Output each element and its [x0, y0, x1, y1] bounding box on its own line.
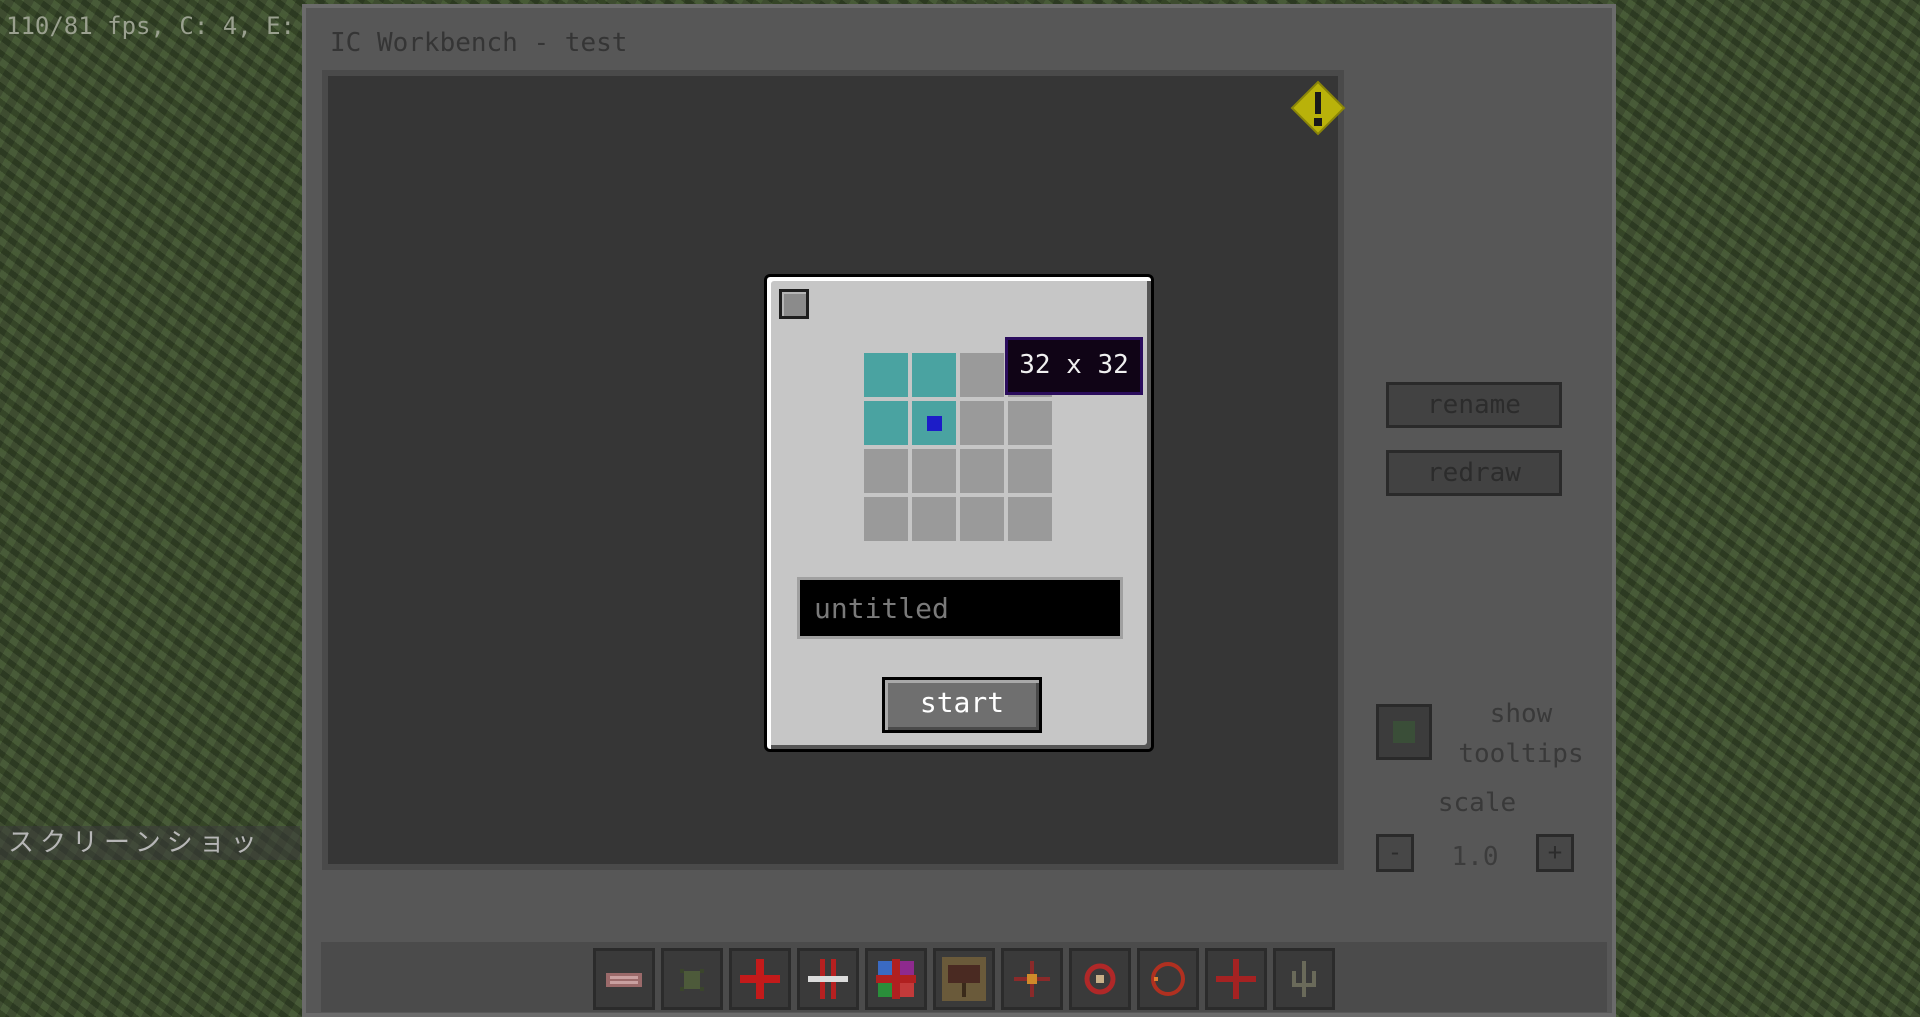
size-tooltip: 32 x 32: [1005, 337, 1143, 395]
red-cross-item-icon: [740, 959, 780, 999]
toolbar-slot-red-cross[interactable]: [729, 948, 791, 1010]
thin-cross-item-icon: [1216, 959, 1256, 999]
grid-cell-3-2[interactable]: [912, 449, 956, 493]
grid-cell-1-3[interactable]: [960, 353, 1004, 397]
toolbar-slot-redwire[interactable]: [593, 948, 655, 1010]
redraw-button[interactable]: redraw: [1386, 450, 1562, 496]
toolbar-slot-spark[interactable]: [1001, 948, 1063, 1010]
show-tooltips-label-line2: tooltips: [1458, 739, 1584, 769]
grid-cell-4-2[interactable]: [912, 497, 956, 541]
screenshot-notification: スクリーンショッ: [0, 826, 300, 860]
grid-cell-2-2[interactable]: [912, 401, 956, 445]
ring-item-icon: [1151, 962, 1185, 996]
grid-cell-3-1[interactable]: [864, 449, 908, 493]
grid-cell-2-1[interactable]: [864, 401, 908, 445]
scale-value: 1.0: [1451, 842, 1499, 872]
start-button[interactable]: start: [882, 677, 1042, 733]
grid-cell-2-3[interactable]: [960, 401, 1004, 445]
toolbar-slot-red-gear[interactable]: [1069, 948, 1131, 1010]
toolbar-slot-beetle[interactable]: [661, 948, 723, 1010]
spark-item-icon: [1014, 961, 1050, 997]
checkbox-check-mark: [1393, 721, 1415, 743]
sign-item-icon: [942, 957, 986, 1001]
close-dialog-button[interactable]: [779, 289, 809, 319]
red-gear-item-icon: [1084, 963, 1116, 995]
grid-cell-4-4[interactable]: [1008, 497, 1052, 541]
toolbar-slot-double-cross[interactable]: [797, 948, 859, 1010]
scale-label: scale: [1437, 788, 1517, 818]
show-tooltips-checkbox[interactable]: [1376, 704, 1432, 760]
debug-overlay-text: 110/81 fps, C: 4, E:: [6, 12, 295, 40]
scale-increase-button[interactable]: +: [1536, 834, 1574, 872]
toolbar-slot-tree[interactable]: [1273, 948, 1335, 1010]
redwire-item-icon: [606, 973, 642, 987]
grid-cell-2-4[interactable]: [1008, 401, 1052, 445]
toolbar-slot-colored-cross[interactable]: [865, 948, 927, 1010]
beetle-item-icon: [680, 969, 704, 991]
show-tooltips-label-line1: show: [1489, 699, 1553, 729]
cursor-marker: [927, 416, 942, 431]
scale-decrease-button[interactable]: -: [1376, 834, 1414, 872]
colored-cross-item-icon: [876, 959, 916, 999]
toolbar-slot-ring[interactable]: [1137, 948, 1199, 1010]
window-title: IC Workbench - test: [330, 28, 628, 58]
grid-cell-4-3[interactable]: [960, 497, 1004, 541]
warning-icon: [1290, 80, 1346, 136]
grid-cell-1-2[interactable]: [912, 353, 956, 397]
toolbar-slot-thin-cross[interactable]: [1205, 948, 1267, 1010]
grid-cell-4-1[interactable]: [864, 497, 908, 541]
grid-cell-3-4[interactable]: [1008, 449, 1052, 493]
component-toolbar: [321, 942, 1607, 1012]
double-cross-item-icon: [808, 959, 848, 999]
tree-item-icon: [1292, 961, 1316, 997]
toolbar-slot-sign[interactable]: [933, 948, 995, 1010]
grid-cell-3-3[interactable]: [960, 449, 1004, 493]
rename-button[interactable]: rename: [1386, 382, 1562, 428]
circuit-name-input[interactable]: [797, 577, 1123, 639]
grid-cell-1-1[interactable]: [864, 353, 908, 397]
show-tooltips-label: show tooltips: [1458, 694, 1584, 774]
new-circuit-dialog: 32 x 32 start: [764, 274, 1154, 752]
